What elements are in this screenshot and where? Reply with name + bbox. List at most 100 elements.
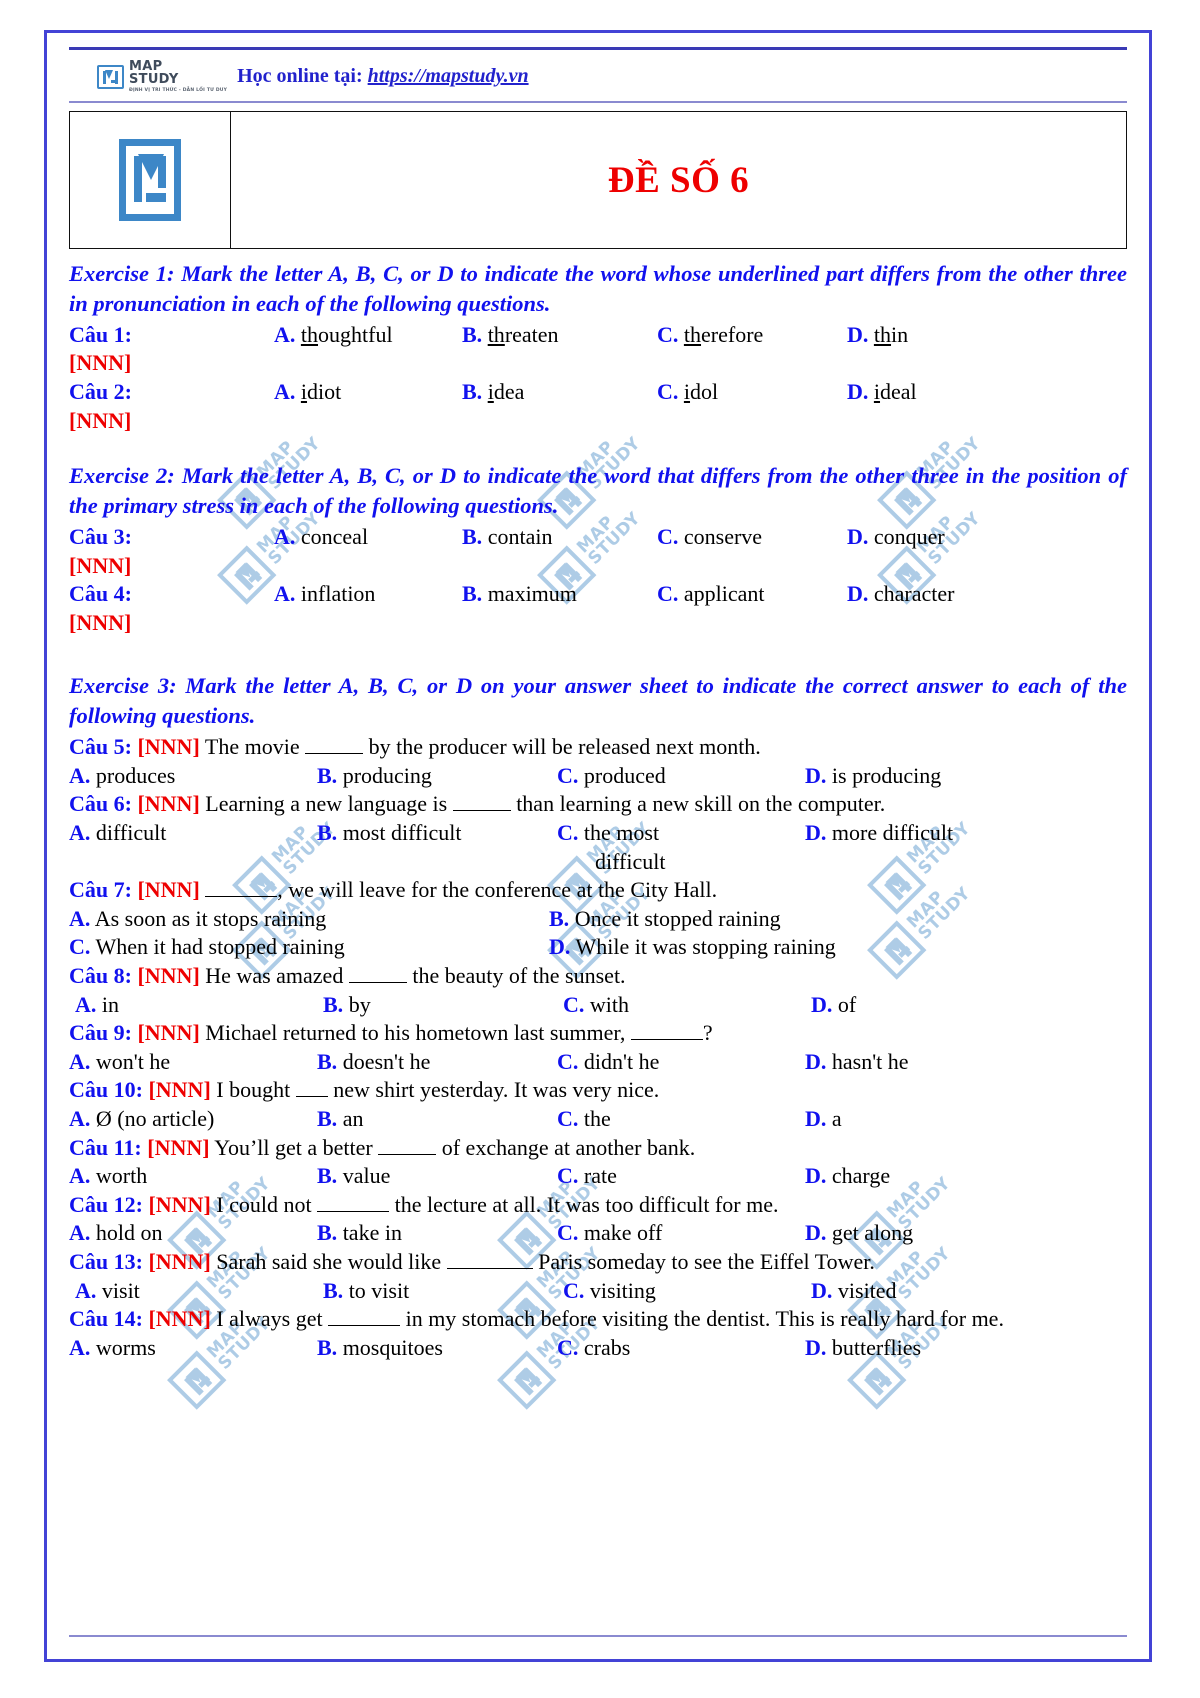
option-a-cau-8[interactable]: A. in [75, 991, 323, 1020]
option-d-cau-10[interactable]: D. a [805, 1105, 1127, 1134]
answer-blank-cau-14[interactable] [328, 1325, 401, 1327]
option-b-cau-12[interactable]: B. take in [317, 1219, 557, 1248]
option-d-cau-8[interactable]: D. of [811, 991, 1127, 1020]
options-row-cau-7-cd: C. When it had stopped raining D. While … [69, 933, 1127, 962]
option-b-cau-1[interactable]: B. threaten [462, 321, 657, 350]
answer-blank-cau-8[interactable] [348, 982, 407, 984]
question-label-cau-3: Câu 3: [69, 524, 132, 550]
option-b-cau-9[interactable]: B. doesn't he [317, 1048, 557, 1077]
question-stem-cau-7: Câu 7: [NNN] , we will leave for the con… [69, 877, 718, 903]
answer-blank-cau-10[interactable] [295, 1096, 328, 1098]
question-stem-cau-9: Câu 9: [NNN] Michael returned to his hom… [69, 1020, 713, 1046]
exercise-2-instruction: Exercise 2: Mark the letter A, B, C, or … [69, 463, 1127, 519]
options-row-cau-11: A. worth B. value C. rate D. charge [69, 1162, 1127, 1191]
answer-blank-cau-5[interactable] [305, 753, 364, 755]
option-b-cau-4[interactable]: B. maximum [462, 580, 657, 609]
option-a-cau-10[interactable]: A. Ø (no article) [69, 1105, 317, 1134]
question-label-cau-4: Câu 4: [69, 581, 132, 607]
question-stem-cau-11: Câu 11: [NNN] You’ll get a better of exc… [69, 1134, 696, 1160]
options-row-cau-13: A. visit B. to visit C. visiting D. visi… [69, 1277, 1127, 1306]
question-stem-cau-5: Câu 5: [NNN] The movie by the producer w… [69, 734, 761, 760]
option-d-cau-11[interactable]: D. charge [805, 1162, 1127, 1191]
answer-blank-cau-7[interactable] [205, 896, 278, 898]
option-b-cau-14[interactable]: B. mosquitoes [317, 1334, 557, 1363]
option-c-cau-4[interactable]: C. applicant [657, 580, 847, 609]
answer-blank-cau-13[interactable] [446, 1267, 533, 1269]
option-c-cau-9[interactable]: C. didn't he [557, 1048, 805, 1077]
option-a-cau-14[interactable]: A. worms [69, 1334, 317, 1363]
exercise-1-instruction: Exercise 1: Mark the letter A, B, C, or … [69, 261, 1127, 316]
answer-blank-cau-11[interactable] [378, 1153, 437, 1155]
answer-blank-cau-12[interactable] [317, 1210, 390, 1212]
option-d-cau-13[interactable]: D. visited [811, 1277, 1127, 1306]
question-row-cau-4: Câu 4: A. inflation B. maximum C. applic… [69, 580, 1127, 609]
question-stem-cau-13: Câu 13: [NNN] Sarah said she would like … [69, 1248, 875, 1274]
option-b-cau-8[interactable]: B. by [323, 991, 563, 1020]
option-c-cau-3[interactable]: C. conserve [657, 523, 847, 552]
option-b-cau-2[interactable]: B. idea [462, 378, 657, 407]
option-d-cau-6[interactable]: D. more difficult [805, 819, 1127, 848]
option-b-cau-10[interactable]: B. an [317, 1105, 557, 1134]
mapstudy-url-link[interactable]: https://mapstudy.vn [368, 65, 529, 87]
option-a-cau-11[interactable]: A. worth [69, 1162, 317, 1191]
logo-tagline: ĐỊNH VỊ TRI THỨC - DẪN LỐI TƯ DUY [129, 88, 228, 93]
answer-placeholder-cau-1: [NNN] [69, 350, 132, 376]
option-a-cau-7[interactable]: A. As soon as it stops raining [69, 905, 549, 934]
brand-header: MAP STUDY ĐỊNH VỊ TRI THỨC - DẪN LỐI TƯ … [69, 60, 1127, 93]
brand-divider-rule [69, 101, 1127, 103]
online-study-text: Học online tại: https://mapstudy.vn [237, 65, 529, 88]
option-c-cau-12[interactable]: C. make off [557, 1219, 805, 1248]
options-row-cau-7-ab: A. As soon as it stops raining B. Once i… [69, 905, 1127, 934]
bottom-divider-rule [69, 1635, 1127, 1637]
answer-placeholder-cau-4: [NNN] [69, 609, 132, 635]
option-a-cau-12[interactable]: A. hold on [69, 1219, 317, 1248]
option-c-cau-10[interactable]: C. the [557, 1105, 805, 1134]
option-c-cau-7[interactable]: C. When it had stopped raining [69, 933, 549, 962]
answer-placeholder-cau-3: [NNN] [69, 552, 132, 578]
option-b-cau-6[interactable]: B. most difficult [317, 819, 557, 848]
option-a-cau-3[interactable]: A. conceal [274, 523, 462, 552]
option-d-cau-3[interactable]: D. conquer [847, 523, 1127, 552]
answer-blank-cau-9[interactable] [630, 1039, 703, 1041]
page-title: ĐỀ SỐ 6 [607, 159, 750, 201]
option-a-cau-9[interactable]: A. won't he [69, 1048, 317, 1077]
option-d-cau-5[interactable]: D. is producing [805, 762, 1127, 791]
question-row-cau-2: Câu 2: A. idiot B. idea C. idol D. ideal [69, 378, 1127, 407]
options-row-cau-10: A. Ø (no article) B. an C. the D. a [69, 1105, 1127, 1134]
option-d-cau-12[interactable]: D. get along [805, 1219, 1127, 1248]
option-a-cau-6[interactable]: A. difficult [69, 819, 317, 848]
option-d-cau-2[interactable]: D. ideal [847, 378, 1127, 407]
question-stem-cau-12: Câu 12: [NNN] I could not the lecture at… [69, 1191, 779, 1217]
exam-title-table: ĐỀ SỐ 6 [69, 111, 1127, 249]
option-a-cau-4[interactable]: A. inflation [274, 580, 462, 609]
option-b-cau-7[interactable]: B. Once it stopped raining [549, 905, 1127, 934]
option-c-cau-5[interactable]: C. produced [557, 762, 805, 791]
option-d-cau-14[interactable]: D. butterflies [805, 1334, 1127, 1363]
question-row-cau-1: Câu 1: A. thoughtful B. threaten C. ther… [69, 321, 1127, 350]
option-c-cau-13[interactable]: C. visiting [563, 1277, 811, 1306]
option-a-cau-2[interactable]: A. idiot [274, 378, 462, 407]
option-c-cau-1[interactable]: C. therefore [657, 321, 847, 350]
option-c-cau-14[interactable]: C. crabs [557, 1334, 805, 1363]
option-c-cau-2[interactable]: C. idol [657, 378, 847, 407]
logo-word-study: STUDY [129, 72, 179, 87]
question-stem-cau-6: Câu 6: [NNN] Learning a new language is … [69, 791, 886, 817]
option-d-cau-9[interactable]: D. hasn't he [805, 1048, 1127, 1077]
option-b-cau-3[interactable]: B. contain [462, 523, 657, 552]
option-c-cau-6[interactable]: C. the most difficult [557, 819, 805, 876]
option-a-cau-5[interactable]: A. produces [69, 762, 317, 791]
answer-blank-cau-6[interactable] [452, 810, 511, 812]
option-d-cau-4[interactable]: D. character [847, 580, 1127, 609]
option-d-cau-7[interactable]: D. While it was stopping raining [549, 933, 1127, 962]
option-c-cau-8[interactable]: C. with [563, 991, 811, 1020]
option-a-cau-1[interactable]: A. thoughtful [274, 321, 462, 350]
title-logo-cell [70, 112, 231, 248]
option-b-cau-5[interactable]: B. producing [317, 762, 557, 791]
option-c-cau-11[interactable]: C. rate [557, 1162, 805, 1191]
option-a-cau-13[interactable]: A. visit [75, 1277, 323, 1306]
mapstudy-m-logo-large-icon [119, 139, 181, 221]
option-b-cau-13[interactable]: B. to visit [323, 1277, 563, 1306]
option-b-cau-11[interactable]: B. value [317, 1162, 557, 1191]
option-d-cau-1[interactable]: D. thin [847, 321, 1127, 350]
title-text-cell: ĐỀ SỐ 6 [231, 112, 1126, 248]
